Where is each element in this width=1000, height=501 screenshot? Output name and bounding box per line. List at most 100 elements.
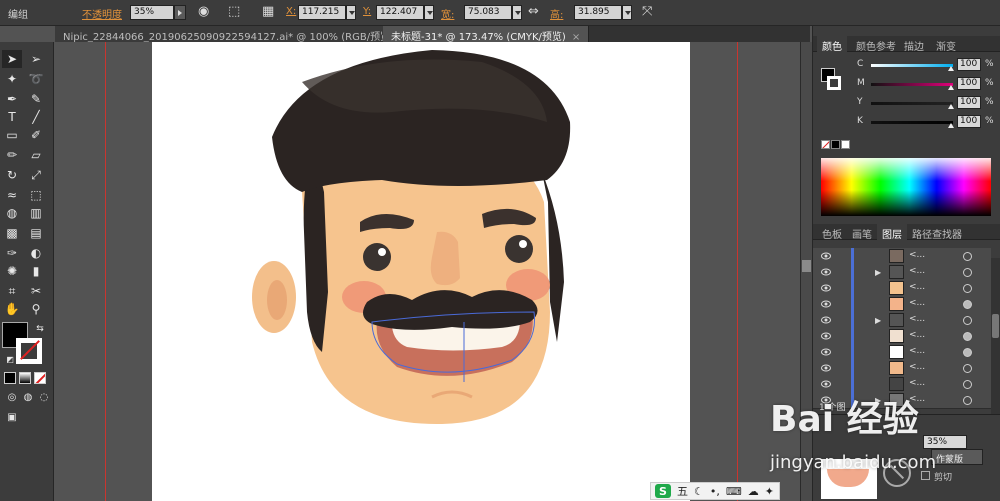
reference-point-icon[interactable]: ▦ [262, 4, 274, 19]
eye-icon[interactable] [821, 315, 831, 325]
x-dropdown[interactable] [346, 5, 356, 20]
direct-selection-tool-icon[interactable]: ➢ [26, 50, 46, 68]
white-swatch[interactable] [841, 140, 850, 149]
width-dropdown[interactable] [512, 5, 522, 20]
black-slider[interactable]: K 100 % [857, 115, 997, 129]
right-eye[interactable] [505, 235, 533, 263]
opacity-dropdown-button[interactable] [174, 5, 186, 20]
target-icon[interactable] [963, 396, 972, 405]
hand-tool-icon[interactable]: ✋ [2, 300, 22, 318]
swap-fill-stroke-icon[interactable]: ⇆ [30, 320, 50, 338]
channel-input[interactable]: 100 [957, 77, 981, 90]
screen-mode-icon[interactable]: ▣ [2, 408, 22, 426]
x-input[interactable]: 117.215 [298, 5, 346, 20]
eraser-tool-icon[interactable]: ▱ [26, 146, 46, 164]
eye-icon[interactable] [821, 363, 831, 373]
magic-wand-tool-icon[interactable]: ✦ [2, 70, 22, 88]
y-input[interactable]: 122.407 [376, 5, 424, 20]
expand-arrow-icon[interactable]: ▶ [875, 316, 881, 325]
gradient-tool-icon[interactable]: ▤ [26, 224, 46, 242]
cyan-slider[interactable]: C 100 % [857, 58, 997, 72]
tab-color-guide[interactable]: 颜色参考 [851, 36, 901, 53]
target-icon[interactable] [963, 364, 972, 373]
paintbrush-tool-icon[interactable]: ✐ [26, 126, 46, 144]
eye-icon[interactable] [821, 379, 831, 389]
layer-row[interactable]: <... [813, 296, 991, 313]
pen-tool-icon[interactable]: ✒ [2, 90, 22, 108]
free-transform-tool-icon[interactable]: ⬚ [26, 186, 46, 204]
channel-input[interactable]: 100 [957, 96, 981, 109]
tab-nipic-document[interactable]: Nipic_22844066_20190625090922594127.ai* … [55, 26, 418, 43]
scale-tool-icon[interactable]: ⤢ [26, 166, 46, 184]
eye-icon[interactable] [821, 283, 831, 293]
target-icon[interactable] [963, 284, 972, 293]
punctuation-icon[interactable]: •, [710, 485, 720, 498]
target-icon[interactable] [963, 332, 972, 341]
tab-stroke[interactable]: 描边 [899, 36, 929, 53]
moon-icon[interactable]: ☾ [694, 485, 704, 498]
channel-input[interactable]: 100 [957, 115, 981, 128]
opacity-input[interactable]: 35% [130, 5, 174, 20]
color-spectrum[interactable] [821, 158, 991, 216]
tab-untitled-31[interactable]: 未标题-31* @ 173.47% (CMYK/预览) × [383, 26, 590, 43]
eye-icon[interactable] [821, 267, 831, 277]
settings-icon[interactable]: ✦ [765, 485, 774, 498]
expand-arrow-icon[interactable]: ▶ [875, 268, 881, 277]
perspective-grid-tool-icon[interactable]: ▥ [26, 204, 46, 222]
skin-icon[interactable]: ☁ [748, 485, 759, 498]
slider-knob[interactable] [948, 66, 954, 71]
eye-icon[interactable] [821, 347, 831, 357]
line-tool-icon[interactable]: ╱ [26, 108, 46, 126]
slider-track[interactable] [871, 64, 953, 67]
eye-icon[interactable] [821, 299, 831, 309]
canvas-area[interactable] [55, 42, 810, 501]
zoom-tool-icon[interactable]: ⚲ [26, 300, 46, 318]
magenta-slider[interactable]: M 100 % [857, 77, 997, 91]
slider-knob[interactable] [948, 123, 954, 128]
tab-brushes[interactable]: 画笔 [847, 224, 877, 241]
slider-knob[interactable] [948, 85, 954, 90]
layers-scrollbar[interactable] [991, 258, 1000, 418]
layer-row[interactable]: ▶ <... [813, 264, 991, 281]
recolor-icon[interactable]: ◉ [198, 4, 209, 19]
column-graph-tool-icon[interactable]: ▮ [26, 262, 46, 280]
channel-input[interactable]: 100 [957, 58, 981, 71]
shape-builder-tool-icon[interactable]: ◍ [2, 204, 22, 222]
constrain-proportions-icon[interactable]: ⇔ [528, 4, 539, 19]
blend-tool-icon[interactable]: ◐ [26, 244, 46, 262]
height-input[interactable]: 31.895 [574, 5, 622, 20]
lasso-tool-icon[interactable]: ➰ [26, 70, 46, 88]
slider-track[interactable] [871, 83, 953, 86]
curvature-tool-icon[interactable]: ✎ [26, 90, 46, 108]
eye-icon[interactable] [821, 251, 831, 261]
none-swatch[interactable] [821, 140, 830, 149]
draw-inside-icon[interactable]: ◌ [34, 388, 54, 406]
keyboard-icon[interactable]: ⌨ [726, 485, 742, 498]
selection-tool-icon[interactable]: ➤ [2, 50, 22, 68]
tab-gradient[interactable]: 渐变 [931, 36, 961, 53]
layer-row[interactable]: ▶ <... [813, 312, 991, 329]
rotate-tool-icon[interactable]: ↻ [2, 166, 22, 184]
ime-mode-label[interactable]: 五 [677, 483, 688, 499]
gradient-mode-icon[interactable] [19, 372, 31, 384]
width-input[interactable]: 75.083 [464, 5, 512, 20]
scroll-thumb[interactable] [802, 260, 811, 272]
transparency-opacity-input[interactable]: 35% [923, 435, 967, 449]
mustache[interactable] [363, 290, 538, 330]
none-mode-icon[interactable] [34, 372, 46, 384]
target-icon[interactable] [963, 348, 972, 357]
type-tool-icon[interactable]: T [2, 108, 22, 126]
artboard-tool-icon[interactable]: ⌗ [2, 282, 22, 300]
eye-icon[interactable] [821, 331, 831, 341]
cartoon-man-illustration[interactable] [152, 42, 690, 501]
layer-row[interactable]: <... [813, 360, 991, 377]
symbol-sprayer-tool-icon[interactable]: ✺ [2, 262, 22, 280]
pencil-tool-icon[interactable]: ✏ [2, 146, 22, 164]
make-mask-button[interactable]: 作蒙版 [931, 449, 983, 465]
slider-track[interactable] [871, 121, 953, 124]
left-eye[interactable] [363, 243, 391, 271]
transform-icon[interactable]: ⤧ [642, 4, 652, 19]
target-icon[interactable] [963, 380, 972, 389]
color-mode-icon[interactable] [4, 372, 16, 384]
layer-row[interactable]: <... [813, 248, 991, 265]
